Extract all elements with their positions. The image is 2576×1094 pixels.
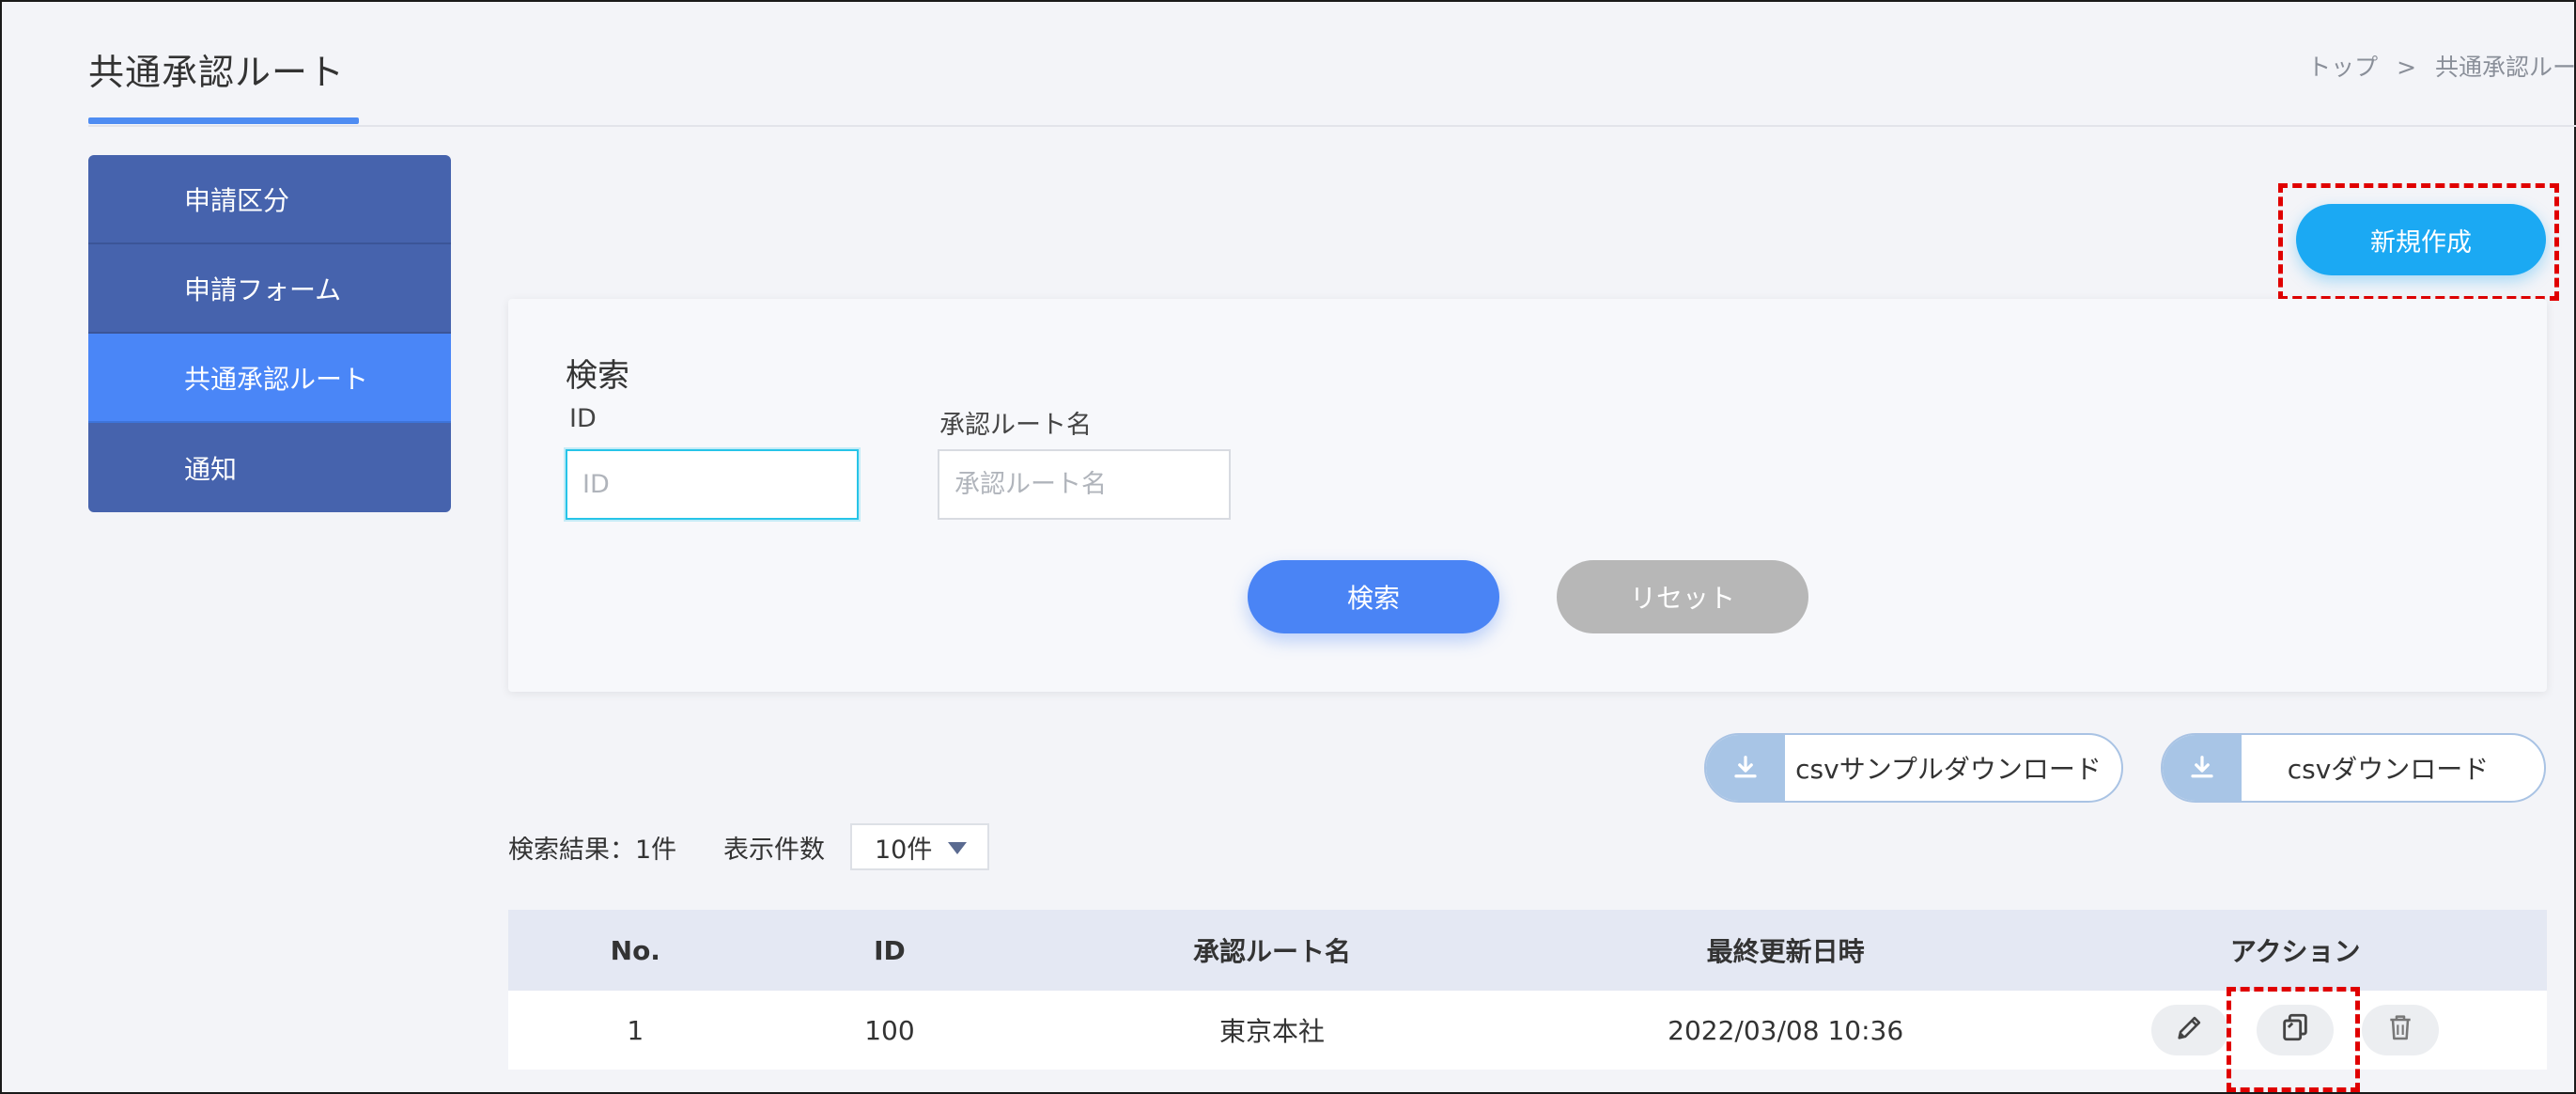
- csv-download-label: csvダウンロード: [2287, 754, 2490, 785]
- download-icon: [1706, 735, 1785, 801]
- breadcrumb-home-link[interactable]: トップ: [2307, 54, 2378, 81]
- sidebar-item-application-form[interactable]: 申請フォーム: [88, 244, 451, 334]
- cell-route-name: 東京本社: [1016, 991, 1528, 1070]
- breadcrumb: トップ > 共通承認ルー: [2307, 49, 2576, 83]
- result-count: 検索結果：1件: [508, 836, 677, 865]
- id-input[interactable]: [566, 449, 859, 520]
- breadcrumb-current: 共通承認ルー: [2434, 54, 2576, 81]
- highlight-box-new-button: [2278, 183, 2559, 301]
- column-header-updated-at: 最終更新日時: [1527, 910, 2044, 991]
- trash-icon: [2385, 1011, 2415, 1050]
- csv-sample-download-button[interactable]: csvサンプルダウンロード: [1704, 733, 2123, 803]
- per-page-select[interactable]: 10件: [850, 823, 989, 870]
- header-divider: [88, 125, 2576, 127]
- sidebar-item-label: 申請区分: [184, 184, 290, 216]
- reset-button[interactable]: リセット: [1557, 560, 1808, 633]
- title-underline: [88, 117, 359, 124]
- sidebar-item-application-category[interactable]: 申請区分: [88, 155, 451, 244]
- route-name-input[interactable]: [938, 449, 1231, 520]
- edit-button[interactable]: [2151, 1005, 2229, 1055]
- caret-down-icon: [948, 842, 967, 854]
- csv-download-button[interactable]: csvダウンロード: [2161, 733, 2546, 803]
- column-header-no: No.: [508, 910, 763, 991]
- sidebar: 申請区分 申請フォーム 共通承認ルート 通知: [88, 155, 451, 512]
- breadcrumb-separator: >: [2397, 54, 2417, 81]
- pencil-icon: [2174, 1011, 2206, 1050]
- cell-updated-at: 2022/03/08 10:36: [1527, 991, 2044, 1070]
- page-title: 共通承認ルート: [88, 52, 346, 93]
- search-button[interactable]: 検索: [1248, 560, 1499, 633]
- delete-button[interactable]: [2362, 1005, 2440, 1055]
- per-page-value: 10件: [875, 835, 933, 865]
- sidebar-item-label: 通知: [184, 453, 238, 485]
- column-header-id: ID: [762, 910, 1017, 991]
- sidebar-item-label: 申請フォーム: [184, 274, 342, 305]
- sidebar-item-notification[interactable]: 通知: [88, 423, 451, 512]
- search-title: 検索: [566, 357, 629, 395]
- cell-id: 100: [762, 991, 1017, 1070]
- table-header-row: No. ID 承認ルート名 最終更新日時 アクション: [508, 910, 2547, 991]
- id-field-label: ID: [569, 404, 597, 433]
- sidebar-item-common-approval-route[interactable]: 共通承認ルート: [88, 334, 451, 423]
- route-name-field-label: 承認ルート名: [939, 411, 1092, 440]
- column-header-actions: アクション: [2043, 910, 2547, 991]
- download-icon: [2163, 735, 2242, 801]
- highlight-box-copy-button: [2227, 987, 2360, 1092]
- per-page-label: 表示件数: [723, 836, 825, 865]
- sidebar-item-label: 共通承認ルート: [184, 363, 369, 395]
- csv-sample-download-label: csvサンプルダウンロード: [1795, 754, 2102, 785]
- cell-no: 1: [508, 991, 763, 1070]
- column-header-route-name: 承認ルート名: [1016, 910, 1528, 991]
